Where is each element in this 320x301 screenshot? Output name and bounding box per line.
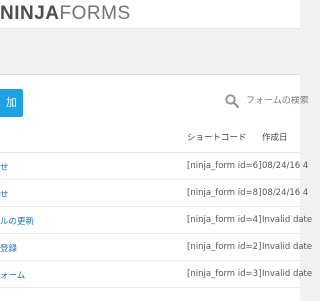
form-date: 08/24/16 4: [262, 161, 309, 171]
form-title-link[interactable]: せ: [0, 188, 9, 200]
logo-forms-text: FORMS: [59, 3, 131, 24]
form-date: Invalid date: [262, 215, 313, 225]
form-title-link[interactable]: ォーム: [0, 269, 25, 281]
search-icon: [224, 93, 240, 109]
form-shortcode: [ninja_form id=2]: [187, 242, 262, 252]
table-row: せ [ninja_form id=8] 08/24/16 4: [0, 180, 308, 207]
column-header-shortcode[interactable]: ショートコード: [187, 131, 247, 143]
form-title-link[interactable]: ルの更新: [0, 215, 34, 227]
ninja-forms-logo: NINJAFORMS: [0, 3, 131, 25]
form-shortcode: [ninja_form id=8]: [187, 188, 262, 198]
form-shortcode: [ninja_form id=4]: [187, 215, 262, 225]
search-input[interactable]: [246, 96, 316, 106]
form-shortcode: [ninja_form id=6]: [187, 161, 262, 171]
add-new-form-button[interactable]: 加: [0, 89, 23, 117]
table-row: 登録 [ninja_form id=2] Invalid date: [0, 234, 312, 261]
form-date: Invalid date: [262, 242, 313, 252]
form-date: Invalid date: [262, 269, 313, 279]
logo-ninja-text: NINJA: [0, 3, 60, 24]
search-box[interactable]: [224, 90, 316, 112]
table-header: ショートコード 作成日: [0, 120, 300, 153]
table-row: ルの更新 [ninja_form id=4] Invalid date: [0, 207, 312, 234]
column-header-created[interactable]: 作成日: [262, 131, 288, 143]
table-row: ォーム [ninja_form id=3] Invalid date: [0, 261, 312, 288]
form-title-link[interactable]: 登録: [0, 242, 17, 254]
form-title-link[interactable]: せ: [0, 161, 9, 173]
top-bar: NINJAFORMS: [0, 0, 300, 29]
table-row: せ [ninja_form id=6] 08/24/16 4: [0, 153, 308, 180]
form-shortcode: [ninja_form id=3]: [187, 269, 262, 279]
form-date: 08/24/16 4: [262, 188, 309, 198]
